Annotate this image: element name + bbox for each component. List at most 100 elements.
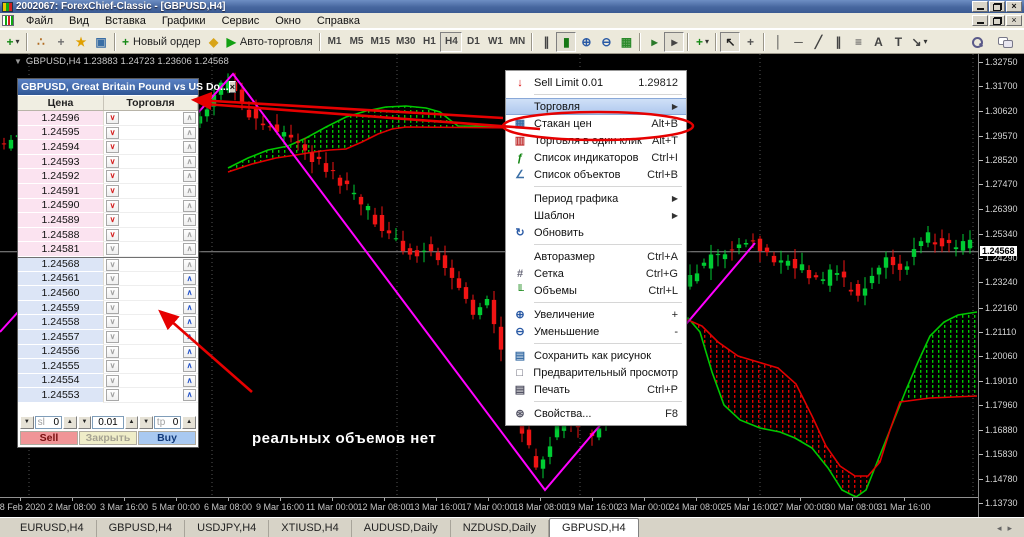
tp-decrement-button[interactable]: ▼ bbox=[139, 416, 153, 429]
cursor-tool-button[interactable]: ↖ bbox=[720, 32, 740, 52]
buy-at-price-button[interactable]: ∧ bbox=[183, 243, 196, 255]
cycle-charts-button[interactable]: + bbox=[51, 32, 71, 52]
dom-title-bar[interactable]: GBPUSD, Great Britain Pound vs US Do... … bbox=[18, 79, 198, 95]
auto-scroll-button[interactable]: ▸ bbox=[644, 32, 664, 52]
sell-at-price-button[interactable]: ∨ bbox=[106, 360, 119, 372]
context-menu-item-период-графика[interactable]: Период графика▶ bbox=[506, 190, 686, 207]
sl-increment-button[interactable]: ▲ bbox=[63, 416, 77, 429]
new-order-button[interactable]: +Новый ордер bbox=[119, 32, 204, 52]
close-button[interactable]: × bbox=[1006, 1, 1022, 12]
dom-trade-cell[interactable]: ∨∧ bbox=[104, 359, 198, 374]
new-chart-button[interactable]: +▾ bbox=[3, 32, 23, 52]
lot-size-field[interactable]: 0.01 bbox=[92, 416, 123, 429]
dom-trade-cell[interactable]: ∨∧ bbox=[104, 374, 198, 389]
text-tool-button[interactable]: A bbox=[868, 32, 888, 52]
timeframe-D1[interactable]: D1 bbox=[462, 32, 484, 52]
close-order-button[interactable]: Закрыть bbox=[79, 431, 137, 445]
menu-Вставка[interactable]: Вставка bbox=[97, 14, 154, 28]
buy-at-price-button[interactable]: ∧ bbox=[183, 316, 196, 328]
context-menu-item-список-индикаторов[interactable]: ƒСписок индикаторовCtrl+I bbox=[506, 149, 686, 166]
buy-at-price-button[interactable]: ∧ bbox=[183, 127, 196, 139]
sell-at-price-button[interactable]: ∨ bbox=[106, 170, 119, 182]
tp-increment-button[interactable]: ▲ bbox=[182, 416, 196, 429]
crosshair-tool-button[interactable]: + bbox=[740, 32, 760, 52]
auto-trading-button[interactable]: ▶Авто-торговля bbox=[224, 32, 316, 52]
zoom-in-button[interactable]: ⊕ bbox=[576, 32, 596, 52]
restore-button[interactable] bbox=[989, 1, 1005, 12]
lot-increment-button[interactable]: ▲ bbox=[125, 416, 139, 429]
buy-at-price-button[interactable]: ∧ bbox=[183, 375, 196, 387]
timeframe-H4[interactable]: H4 bbox=[440, 32, 462, 52]
sell-at-price-button[interactable]: ∨ bbox=[106, 214, 119, 226]
context-menu-item-сетка[interactable]: #СеткаCtrl+G bbox=[506, 265, 686, 282]
horizontal-line-button[interactable]: ─ bbox=[788, 32, 808, 52]
dom-trade-cell[interactable]: ∨∧ bbox=[104, 169, 198, 184]
menu-Окно[interactable]: Окно bbox=[267, 14, 309, 28]
chart-tab-nzdusd-daily[interactable]: NZDUSD,Daily bbox=[451, 520, 549, 537]
sell-at-price-button[interactable]: ∨ bbox=[106, 389, 119, 401]
context-menu-item-торговля[interactable]: Торговля▶ bbox=[506, 98, 686, 115]
chart-tab-eurusd-h4[interactable]: EURUSD,H4 bbox=[8, 520, 97, 537]
buy-at-price-button[interactable]: ∧ bbox=[183, 346, 196, 358]
dom-trade-cell[interactable]: ∨∧ bbox=[104, 199, 198, 214]
dom-trade-cell[interactable]: ∨∧ bbox=[104, 345, 198, 360]
buy-at-price-button[interactable]: ∧ bbox=[183, 259, 196, 271]
tab-scroll-right-icon[interactable]: ▸ bbox=[1007, 523, 1018, 533]
buy-at-price-button[interactable]: ∧ bbox=[183, 214, 196, 226]
context-menu-item-торговля-в-один-клик[interactable]: ▥Торговля в один кликAlt+T bbox=[506, 132, 686, 149]
context-menu-item-обновить[interactable]: ↻Обновить bbox=[506, 224, 686, 241]
stop-loss-field[interactable]: sl0 bbox=[35, 416, 62, 429]
vertical-line-button[interactable]: │ bbox=[768, 32, 788, 52]
sell-at-price-button[interactable]: ∨ bbox=[106, 200, 119, 212]
sell-at-price-button[interactable]: ∨ bbox=[106, 127, 119, 139]
dom-trade-cell[interactable]: ∨∧ bbox=[104, 126, 198, 141]
sell-at-price-button[interactable]: ∨ bbox=[106, 287, 119, 299]
chat-button[interactable] bbox=[995, 32, 1015, 52]
dom-trade-cell[interactable]: ∨∧ bbox=[104, 155, 198, 170]
buy-at-price-button[interactable]: ∧ bbox=[183, 273, 196, 285]
chart-tab-xtiusd-h4[interactable]: XTIUSD,H4 bbox=[269, 520, 351, 537]
buy-at-price-button[interactable]: ∧ bbox=[183, 156, 196, 168]
sell-at-price-button[interactable]: ∨ bbox=[106, 156, 119, 168]
context-menu-item-предварительный-просмотр[interactable]: □Предварительный просмотр bbox=[506, 364, 686, 381]
lot-decrement-button[interactable]: ▼ bbox=[78, 416, 92, 429]
menu-Вид[interactable]: Вид bbox=[61, 14, 97, 28]
buy-at-price-button[interactable]: ∧ bbox=[183, 229, 196, 241]
dom-trade-cell[interactable]: ∨∧ bbox=[104, 301, 198, 316]
sell-button[interactable]: Sell bbox=[20, 431, 78, 445]
sell-at-price-button[interactable]: ∨ bbox=[106, 229, 119, 241]
context-menu-item-печать[interactable]: ▤ПечатьCtrl+P bbox=[506, 381, 686, 398]
label-tool-button[interactable]: T bbox=[888, 32, 908, 52]
sell-at-price-button[interactable]: ∨ bbox=[106, 185, 119, 197]
context-menu-item-объемы[interactable]: ╙ОбъемыCtrl+L bbox=[506, 282, 686, 299]
zoom-out-button[interactable]: ⊖ bbox=[596, 32, 616, 52]
chart-tab-gbpusd-h4[interactable]: GBPUSD,H4 bbox=[97, 520, 186, 537]
chart-tab-gbpusd-h4[interactable]: GBPUSD,H4 bbox=[549, 518, 639, 537]
trendline-button[interactable]: ╱ bbox=[808, 32, 828, 52]
sell-at-price-button[interactable]: ∨ bbox=[106, 375, 119, 387]
chart-tab-usdjpy-h4[interactable]: USDJPY,H4 bbox=[185, 520, 269, 537]
sell-at-price-button[interactable]: ∨ bbox=[106, 302, 119, 314]
buy-at-price-button[interactable]: ∧ bbox=[183, 112, 196, 124]
buy-at-price-button[interactable]: ∧ bbox=[183, 287, 196, 299]
buy-at-price-button[interactable]: ∧ bbox=[183, 302, 196, 314]
price-axis[interactable]: 1.327501.317001.306201.295701.285201.274… bbox=[978, 54, 1024, 517]
dom-close-button[interactable]: × bbox=[229, 81, 236, 93]
timeframe-H1[interactable]: H1 bbox=[418, 32, 440, 52]
context-menu-item-авторазмер[interactable]: АвторазмерCtrl+A bbox=[506, 248, 686, 265]
menu-Графики[interactable]: Графики bbox=[154, 14, 214, 28]
take-profit-field[interactable]: tp0 bbox=[154, 416, 181, 429]
menu-Файл[interactable]: Файл bbox=[18, 14, 61, 28]
menu-Справка[interactable]: Справка bbox=[309, 14, 368, 28]
context-menu-item-стакан-цен[interactable]: ▦Стакан ценAlt+B bbox=[506, 115, 686, 132]
dom-trade-cell[interactable]: ∨∧ bbox=[104, 242, 198, 257]
buy-at-price-button[interactable]: ∧ bbox=[183, 185, 196, 197]
candlestick-type-button[interactable]: ▮ bbox=[556, 32, 576, 52]
chart-restore-button[interactable] bbox=[989, 15, 1005, 26]
dom-trade-cell[interactable]: ∨∧ bbox=[104, 258, 198, 272]
dom-trade-cell[interactable]: ∨∧ bbox=[104, 140, 198, 155]
context-menu-item-свойства-[interactable]: ⊛Свойства...F8 bbox=[506, 405, 686, 422]
sell-at-price-button[interactable]: ∨ bbox=[106, 141, 119, 153]
profiles-button[interactable]: ∴ bbox=[31, 32, 51, 52]
dom-trade-cell[interactable]: ∨∧ bbox=[104, 315, 198, 330]
